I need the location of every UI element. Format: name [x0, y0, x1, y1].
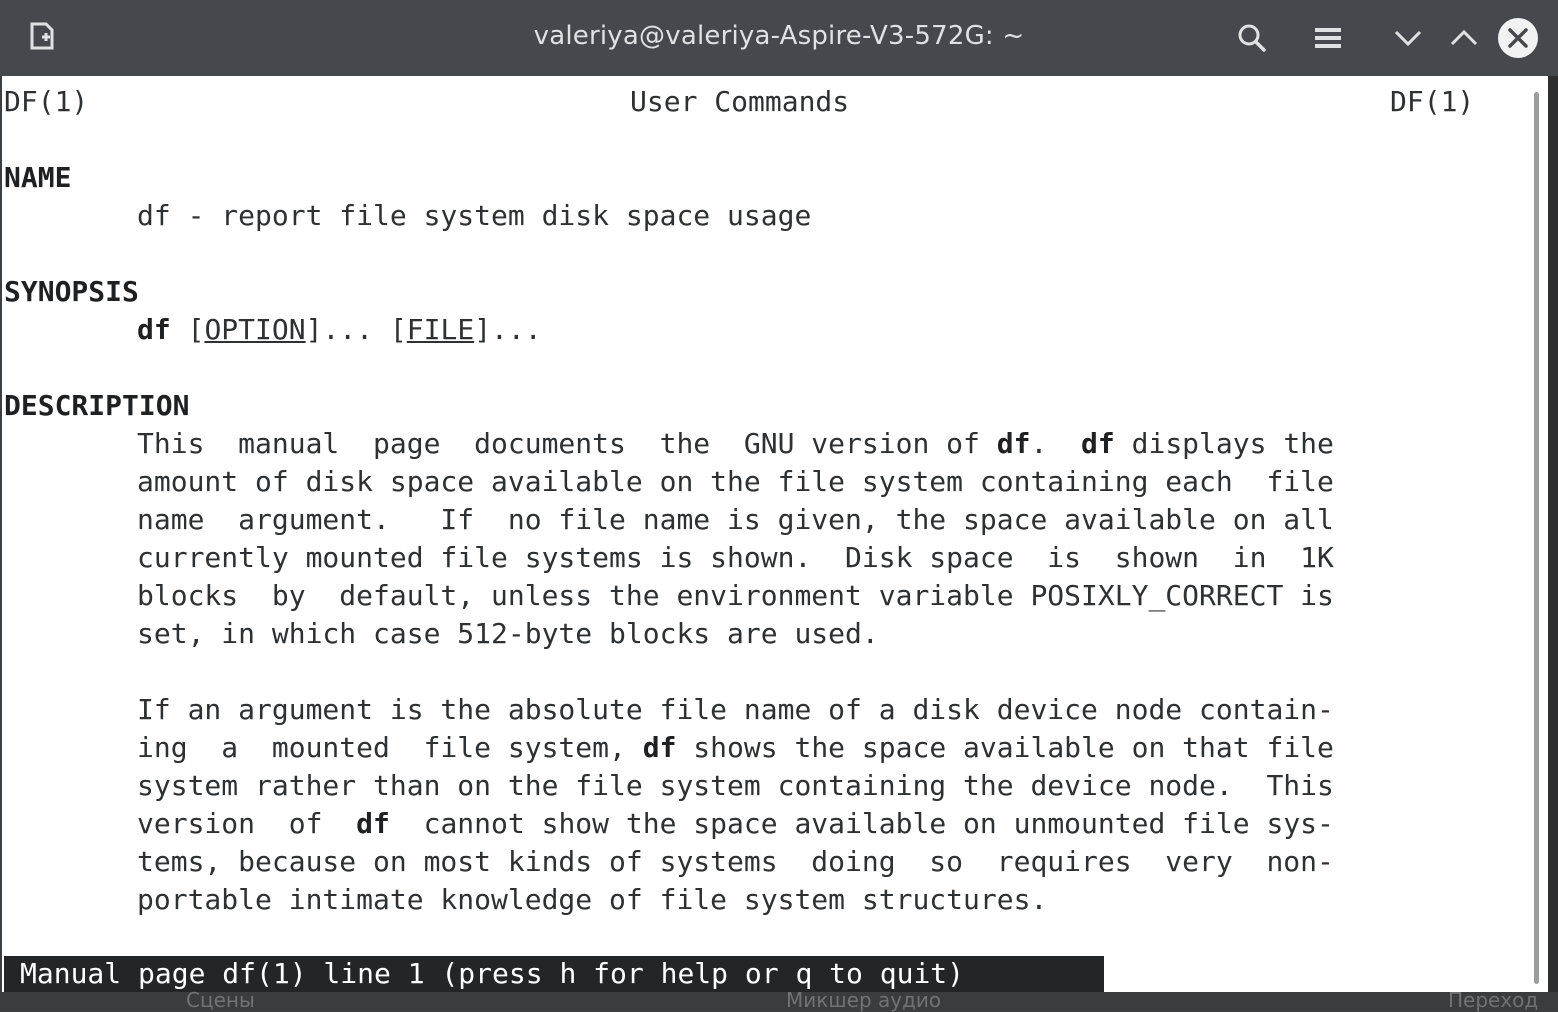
description-line: system rather than on the file system co…: [137, 769, 1334, 802]
synopsis-file: FILE: [406, 313, 475, 346]
bold-command: df: [642, 731, 677, 764]
description-line: amount of disk space available on the fi…: [137, 465, 1334, 498]
synopsis-bracket: ]...: [305, 313, 390, 346]
description-line: ing a mounted file system, df shows the …: [137, 729, 1334, 767]
synopsis-option: OPTION: [204, 313, 306, 346]
text-run: This manual page documents the GNU versi…: [137, 427, 997, 460]
synopsis-bracket: [: [187, 313, 205, 346]
text-run: shows the space available on that file: [676, 731, 1334, 764]
window-titlebar[interactable]: valeriya@valeriya-Aspire-V3-572G: ~: [0, 0, 1558, 76]
man-header-left: DF(1): [4, 85, 89, 118]
terminal-scrollbar[interactable]: [1534, 92, 1539, 984]
description-line: blocks by default, unless the environmen…: [137, 579, 1334, 612]
section-heading-name: NAME: [4, 161, 72, 194]
description-line: If an argument is the absolute file name…: [137, 693, 1334, 726]
name-description: df - report file system disk space usage: [137, 199, 812, 232]
synopsis-bracket: [: [389, 313, 407, 346]
pager-status-bar: Manual page df(1) line 1 (press h for he…: [4, 956, 1104, 992]
text-run: cannot show the space available on unmou…: [389, 807, 1334, 840]
text-run: .: [1030, 427, 1082, 460]
description-line: name argument. If no file name is given,…: [137, 503, 1334, 536]
description-line: This manual page documents the GNU versi…: [137, 425, 1334, 463]
section-heading-description: DESCRIPTION: [4, 389, 190, 422]
terminal-view[interactable]: DF(1) User Commands DF(1) NAME df - repo…: [0, 76, 1548, 992]
description-line: set, in which case 512-byte blocks are u…: [137, 617, 879, 650]
section-heading-synopsis: SYNOPSIS: [4, 275, 139, 308]
taskbar-item[interactable]: Переход: [1448, 988, 1538, 1012]
text-run: displays the: [1114, 427, 1334, 460]
window-edge: [1548, 76, 1558, 1010]
description-line: tems, because on most kinds of systems d…: [137, 845, 1334, 878]
taskbar-item[interactable]: Микшер аудио: [786, 988, 941, 1012]
bold-command: df: [356, 807, 390, 840]
man-header-center: User Commands: [630, 85, 850, 118]
text-run: version of: [137, 807, 357, 840]
background-taskbar: Сцены Микшер аудио Переход: [0, 988, 1558, 1012]
description-line: version of df cannot show the space avai…: [137, 805, 1334, 843]
man-header-right: DF(1): [1390, 85, 1475, 118]
hamburger-menu-icon[interactable]: [1306, 16, 1350, 60]
taskbar-item[interactable]: Сцены: [186, 988, 255, 1012]
description-line: portable intimate knowledge of file syst…: [137, 883, 1048, 916]
close-icon[interactable]: [1496, 16, 1540, 60]
synopsis-command: df: [137, 313, 171, 346]
search-icon[interactable]: [1230, 16, 1274, 60]
chevron-down-icon[interactable]: [1386, 16, 1430, 60]
synopsis-bracket: ]...: [474, 313, 542, 346]
bold-command: df: [1081, 427, 1115, 460]
bold-command: df: [996, 427, 1031, 460]
chevron-up-icon[interactable]: [1442, 16, 1486, 60]
text-run: ing a mounted file system,: [137, 731, 643, 764]
description-line: currently mounted file systems is shown.…: [137, 541, 1334, 574]
synopsis-line: df [OPTION]... [FILE]...: [137, 311, 542, 349]
